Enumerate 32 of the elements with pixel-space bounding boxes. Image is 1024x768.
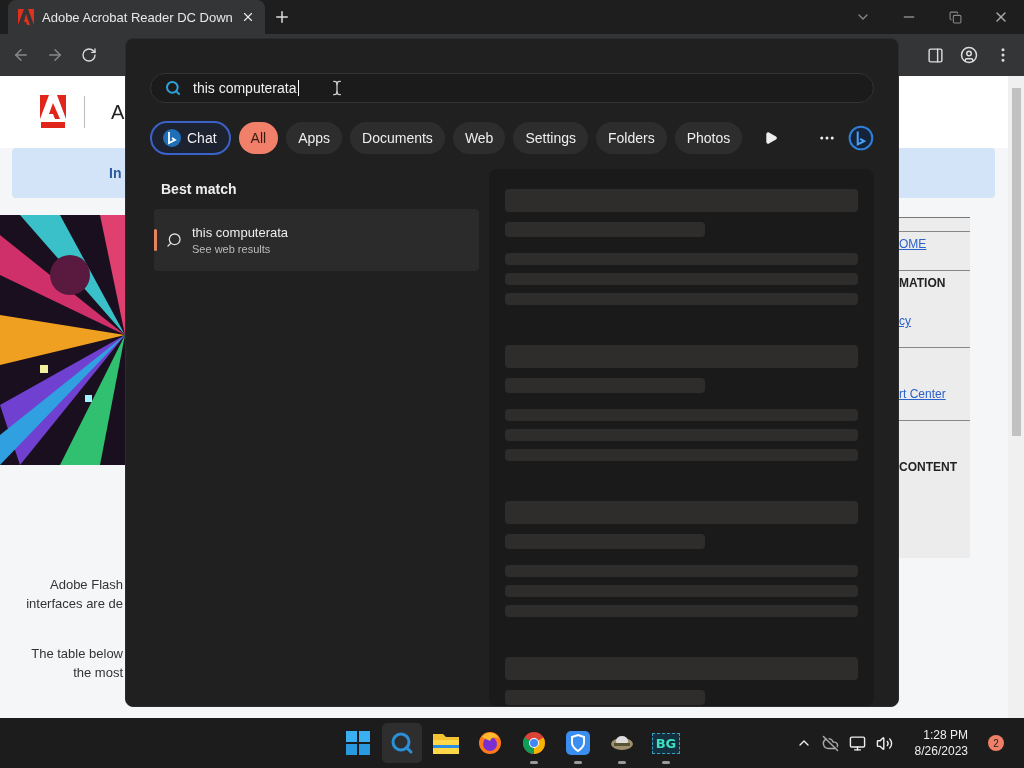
filter-chip[interactable]: Apps <box>286 122 343 154</box>
sidebar-heading: CONTENT <box>899 460 957 474</box>
sidebar-link[interactable]: OME <box>899 237 927 251</box>
filter-chip[interactable]: Photos <box>674 122 743 154</box>
section-heading: Best match <box>161 181 238 197</box>
sidebar-heading: MATION <box>899 276 946 290</box>
app-icon: BG <box>651 732 681 754</box>
chat-chip[interactable]: Chat <box>150 121 231 155</box>
taskbar-clock[interactable]: 1:28 PM 8/26/2023 <box>914 727 968 759</box>
filter-chip[interactable]: All <box>238 122 279 154</box>
page-heading: A <box>111 100 125 124</box>
search-result[interactable]: this computerata See web results <box>154 209 479 271</box>
tab-title: Adobe Acrobat Reader DC Down <box>42 9 233 25</box>
body-text: The table below <box>31 645 123 663</box>
search-field[interactable]: this computerata <box>150 73 874 103</box>
notification-badge[interactable]: 2 <box>988 735 1004 751</box>
body-text: the most <box>73 664 123 682</box>
browser-tab[interactable]: Adobe Acrobat Reader DC Down <box>8 0 265 34</box>
filter-chip[interactable]: Folders <box>596 122 667 154</box>
filter-chip[interactable]: Documents <box>350 122 445 154</box>
filter-chip[interactable]: Settings <box>513 122 588 154</box>
result-title: this computerata <box>192 225 289 240</box>
clock-time: 1:28 PM <box>923 727 968 743</box>
result-subtitle: See web results <box>192 243 272 255</box>
body-text: interfaces are de <box>26 595 123 613</box>
filter-chip[interactable]: Web <box>452 122 506 154</box>
body-text: Adobe Flash <box>50 576 123 594</box>
sidebar-link[interactable]: cy <box>899 314 911 328</box>
clock-date: 8/26/2023 <box>914 743 968 759</box>
sidebar-link[interactable]: rt Center <box>899 387 946 401</box>
taskbar-button[interactable]: BG <box>646 723 686 763</box>
banner-text: In <box>109 165 122 181</box>
